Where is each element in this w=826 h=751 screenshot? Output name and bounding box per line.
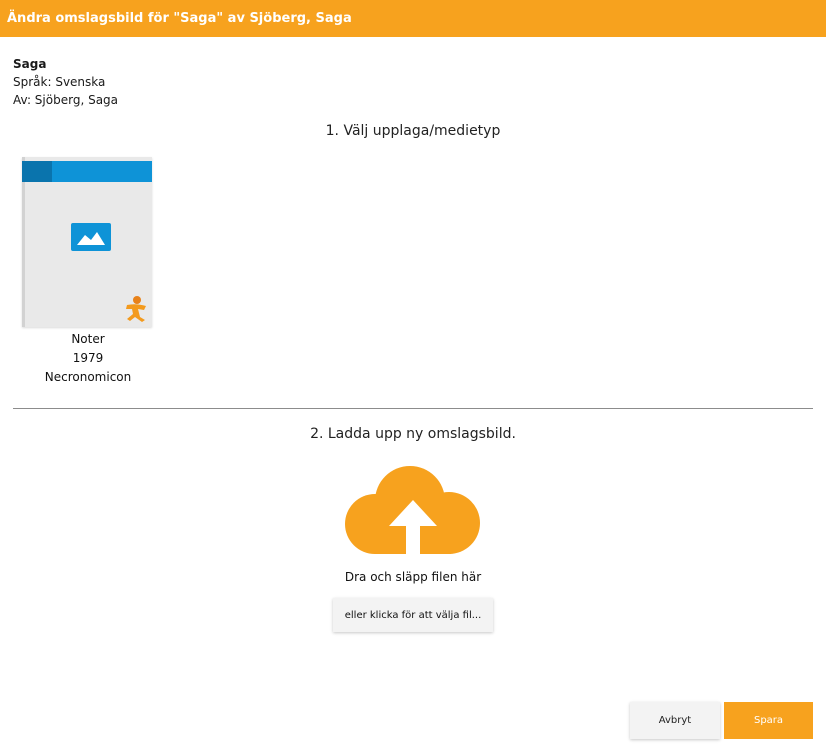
cover-thumbnail[interactable] [22,157,152,327]
cloud-upload-icon[interactable] [345,466,481,558]
edition-type: Noter [71,332,105,346]
section-divider [13,408,813,409]
step2-heading: 2. Ladda upp ny omslagsbild. [310,426,516,442]
drop-zone-text: Dra och släpp filen här [344,570,482,584]
work-meta: Saga Språk: Svenska Av: Sjöberg, Saga [13,55,118,109]
cover-band-accent [22,161,52,182]
edition-info: Noter 1979 Necronomicon [13,330,163,387]
work-author: Av: Sjöberg, Saga [13,93,119,107]
edition-publisher: Necronomicon [44,370,132,384]
work-title: Saga [13,57,47,71]
image-placeholder-icon [71,223,111,251]
step1-heading: 1. Välj upplaga/medietyp [325,123,501,139]
choose-file-button[interactable]: eller klicka för att välja fil... [333,598,493,632]
sheet-music-badge-icon [126,296,146,322]
save-button[interactable]: Spara [724,702,813,739]
dialog-title: Ändra omslagsbild för "Saga" av Sjöberg,… [7,11,352,26]
dialog-header: Ändra omslagsbild för "Saga" av Sjöberg,… [0,0,826,37]
work-language: Språk: Svenska [13,75,106,89]
edition-year: 1979 [72,351,104,365]
cancel-button[interactable]: Avbryt [630,702,720,739]
